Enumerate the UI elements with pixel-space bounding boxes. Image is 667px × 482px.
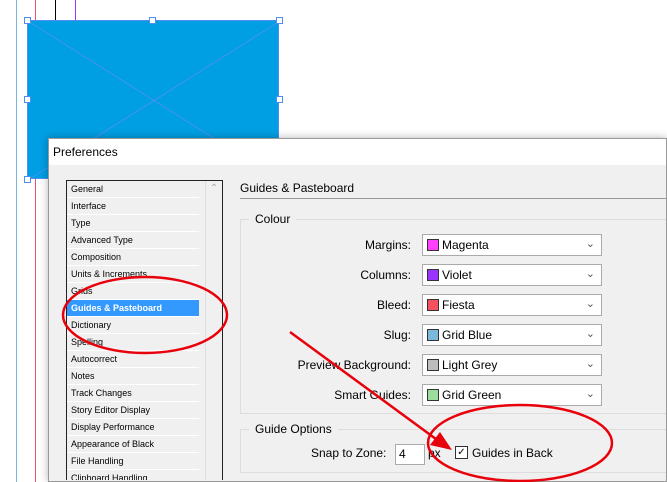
colour-label: Slug: bbox=[383, 328, 411, 342]
resize-handle[interactable] bbox=[24, 17, 31, 24]
sidebar-item[interactable]: Autocorrect bbox=[67, 351, 199, 368]
colour-row: Smart Guides: Grid Green ⌄ bbox=[241, 384, 602, 406]
colour-row: Columns: Violet ⌄ bbox=[241, 264, 602, 286]
sidebar-item[interactable]: File Handling bbox=[67, 453, 199, 470]
chevron-down-icon: ⌄ bbox=[585, 298, 595, 310]
guide-line bbox=[16, 0, 17, 482]
scroll-up-icon[interactable]: ⌃ bbox=[206, 183, 222, 194]
sidebar-item[interactable]: Spelling bbox=[67, 334, 199, 351]
colour-label: Columns: bbox=[360, 268, 411, 282]
colour-swatch bbox=[427, 269, 439, 281]
colour-dropdown[interactable]: Light Grey ⌄ bbox=[422, 354, 602, 376]
colour-dropdown[interactable]: Fiesta ⌄ bbox=[422, 294, 602, 316]
dropdown-value: Light Grey bbox=[442, 358, 498, 372]
sidebar-item[interactable]: Type bbox=[67, 215, 199, 232]
sidebar-item[interactable]: Display Performance bbox=[67, 419, 199, 436]
dropdown-value: Grid Blue bbox=[442, 328, 493, 342]
preferences-category-list: General Interface Type Advanced Type Composi… bbox=[66, 180, 223, 480]
resize-handle[interactable] bbox=[24, 176, 31, 183]
panel-title: Guides & Pasteboard bbox=[240, 181, 355, 195]
snap-to-zone-label: Snap to Zone: bbox=[311, 446, 387, 460]
colour-label: Smart Guides: bbox=[334, 388, 411, 402]
colour-swatch bbox=[427, 359, 439, 371]
sidebar-item[interactable]: Composition bbox=[67, 249, 199, 266]
sidebar-item[interactable]: Guides & Pasteboard bbox=[67, 300, 199, 317]
resize-handle[interactable] bbox=[276, 96, 283, 103]
dropdown-value: Magenta bbox=[442, 238, 489, 252]
guide-options-group: Guide Options Snap to Zone: 4 px ✓ Guide… bbox=[240, 422, 666, 473]
group-title: Colour bbox=[249, 212, 297, 226]
dropdown-value: Fiesta bbox=[442, 298, 475, 312]
colour-row: Slug: Grid Blue ⌄ bbox=[241, 324, 602, 346]
resize-handle[interactable] bbox=[276, 17, 283, 24]
group-title: Guide Options bbox=[249, 422, 338, 436]
snap-unit-label: px bbox=[428, 446, 441, 460]
chevron-down-icon: ⌄ bbox=[585, 268, 595, 280]
sidebar-item[interactable]: Track Changes bbox=[67, 385, 199, 402]
colour-label: Preview Background: bbox=[297, 358, 411, 372]
colour-group: Colour Margins: Magenta ⌄ Columns: Viole… bbox=[240, 212, 666, 414]
sidebar-item[interactable]: Notes bbox=[67, 368, 199, 385]
colour-row: Margins: Magenta ⌄ bbox=[241, 234, 602, 256]
chevron-down-icon: ⌄ bbox=[585, 238, 595, 250]
colour-label: Margins: bbox=[364, 238, 411, 252]
snap-to-zone-input[interactable]: 4 bbox=[395, 444, 425, 465]
chevron-down-icon: ⌄ bbox=[585, 388, 595, 400]
colour-row: Preview Background: Light Grey ⌄ bbox=[241, 354, 602, 376]
resize-handle[interactable] bbox=[24, 96, 31, 103]
sidebar-item[interactable]: Advanced Type bbox=[67, 232, 199, 249]
colour-swatch bbox=[427, 329, 439, 341]
colour-dropdown[interactable]: Magenta ⌄ bbox=[422, 234, 602, 256]
sidebar-item[interactable]: General bbox=[67, 181, 199, 198]
colour-swatch bbox=[427, 299, 439, 311]
sidebar-item[interactable]: Appearance of Black bbox=[67, 436, 199, 453]
chevron-down-icon: ⌄ bbox=[585, 328, 595, 340]
dropdown-value: Violet bbox=[442, 268, 472, 282]
scrollbar[interactable]: ⌃ bbox=[205, 181, 222, 480]
guides-in-back-checkbox[interactable]: ✓ bbox=[455, 446, 468, 459]
dropdown-value: Grid Green bbox=[442, 388, 502, 402]
colour-dropdown[interactable]: Violet ⌄ bbox=[422, 264, 602, 286]
divider bbox=[240, 198, 666, 199]
colour-label: Bleed: bbox=[376, 298, 411, 312]
sidebar-item[interactable]: Interface bbox=[67, 198, 199, 215]
sidebar-item[interactable]: Dictionary bbox=[67, 317, 199, 334]
sidebar-item[interactable]: Units & Increments bbox=[67, 266, 199, 283]
guides-in-back-label: Guides in Back bbox=[472, 446, 553, 460]
chevron-down-icon: ⌄ bbox=[585, 358, 595, 370]
colour-dropdown[interactable]: Grid Blue ⌄ bbox=[422, 324, 602, 346]
resize-handle[interactable] bbox=[149, 17, 156, 24]
dialog-title: Preferences bbox=[49, 139, 666, 165]
preferences-dialog: Preferences General Interface Type Advanced… bbox=[48, 138, 667, 482]
colour-row: Bleed: Fiesta ⌄ bbox=[241, 294, 602, 316]
sidebar-item[interactable]: Clipboard Handling bbox=[67, 470, 199, 480]
sidebar-item[interactable]: Story Editor Display bbox=[67, 402, 199, 419]
colour-dropdown[interactable]: Grid Green ⌄ bbox=[422, 384, 602, 406]
colour-swatch bbox=[427, 239, 439, 251]
sidebar-item[interactable]: Grids bbox=[67, 283, 199, 300]
colour-swatch bbox=[427, 389, 439, 401]
